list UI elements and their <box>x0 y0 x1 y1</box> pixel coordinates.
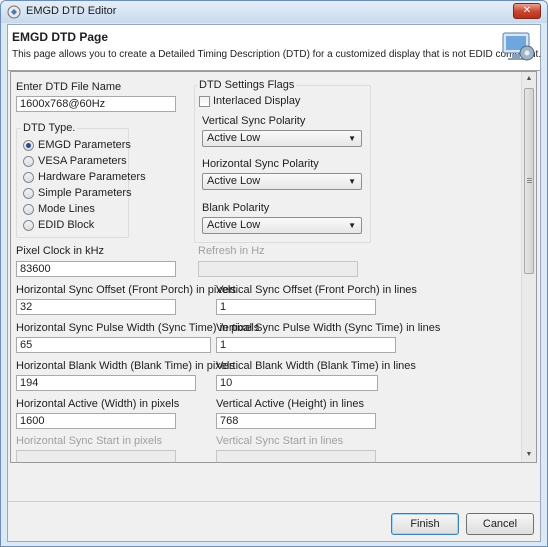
scroll-down-arrow-icon[interactable]: ▼ <box>522 448 536 462</box>
radio-unselected-icon <box>23 220 34 231</box>
h-sync-pulse-input[interactable]: 65 <box>16 337 211 353</box>
app-window-icon <box>7 5 21 19</box>
radio-label: Hardware Parameters <box>38 171 146 183</box>
v-sync-start-label: Vertical Sync Start in lines <box>216 435 344 447</box>
h-sync-offset-label: Horizontal Sync Offset (Front Porch) in … <box>16 284 236 296</box>
chevron-down-icon: ▼ <box>348 221 356 230</box>
button-bar-separator <box>8 501 540 502</box>
chevron-down-icon: ▼ <box>348 177 356 186</box>
hsync-polarity-select[interactable]: Active Low ▼ <box>202 173 362 190</box>
radio-label: Simple Parameters <box>38 187 132 199</box>
interlaced-label: Interlaced Display <box>213 95 301 107</box>
window-title: EMGD DTD Editor <box>26 5 117 17</box>
h-active-input[interactable]: 1600 <box>16 413 176 429</box>
radio-unselected-icon <box>23 172 34 183</box>
v-active-label: Vertical Active (Height) in lines <box>216 398 364 410</box>
pixel-clock-label: Pixel Clock in kHz <box>16 245 105 257</box>
radio-unselected-icon <box>23 188 34 199</box>
interlaced-checkbox[interactable] <box>199 96 210 107</box>
vsync-polarity-select[interactable]: Active Low ▼ <box>202 130 362 147</box>
refresh-input <box>198 261 358 277</box>
file-name-label: Enter DTD File Name <box>16 81 122 93</box>
title-bar[interactable]: EMGD DTD Editor ✕ <box>1 1 547 23</box>
v-blank-input[interactable]: 10 <box>216 375 378 391</box>
v-sync-start-input <box>216 450 376 462</box>
h-sync-offset-input[interactable]: 32 <box>16 299 176 315</box>
page-title: EMGD DTD Page <box>12 30 109 44</box>
refresh-label: Refresh in Hz <box>198 245 265 257</box>
h-sync-start-label: Horizontal Sync Start in pixels <box>16 435 163 447</box>
grip-line <box>527 180 532 181</box>
vertical-scrollbar[interactable]: ▲ ▼ <box>521 72 536 462</box>
h-active-label: Horizontal Active (Width) in pixels <box>16 398 180 410</box>
blank-polarity-value: Active Low <box>207 219 261 231</box>
scroll-up-arrow-icon[interactable]: ▲ <box>522 72 536 86</box>
dtd-settings-flags-label: DTD Settings Flags <box>197 79 297 91</box>
blank-polarity-select[interactable]: Active Low ▼ <box>202 217 362 234</box>
scroll-thumb[interactable] <box>524 88 534 274</box>
wizard-banner-icon <box>500 29 536 65</box>
hsync-polarity-value: Active Low <box>207 175 261 187</box>
dtd-editor-window: EMGD DTD Editor ✕ EMGD DTD Page This pag… <box>0 0 548 547</box>
radio-label: VESA Parameters <box>38 155 127 167</box>
close-window-button[interactable]: ✕ <box>513 3 541 19</box>
grip-line <box>527 182 532 183</box>
wizard-client-area: EMGD DTD Page This page allows you to cr… <box>7 24 541 542</box>
v-sync-offset-input[interactable]: 1 <box>216 299 376 315</box>
chevron-down-icon: ▼ <box>348 134 356 143</box>
close-icon: ✕ <box>522 5 532 16</box>
radio-unselected-icon <box>23 204 34 215</box>
hsync-polarity-label: Horizontal Sync Polarity <box>202 158 319 170</box>
radio-label: EMGD Parameters <box>38 139 131 151</box>
h-sync-start-input <box>16 450 176 462</box>
finish-button[interactable]: Finish <box>391 513 459 535</box>
h-blank-label: Horizontal Blank Width (Blank Time) in p… <box>16 360 235 372</box>
radio-label: Mode Lines <box>38 203 95 215</box>
v-sync-pulse-label: Vertical Sync Pulse Width (Sync Time) in… <box>216 322 441 334</box>
dtd-type-label: DTD Type. <box>21 122 78 134</box>
wizard-header: EMGD DTD Page This page allows you to cr… <box>8 25 542 71</box>
radio-label: EDID Block <box>38 219 95 231</box>
v-sync-offset-label: Vertical Sync Offset (Front Porch) in li… <box>216 284 417 296</box>
v-active-input[interactable]: 768 <box>216 413 376 429</box>
grip-line <box>527 178 532 179</box>
radio-unselected-icon <box>23 156 34 167</box>
vsync-polarity-value: Active Low <box>207 132 261 144</box>
blank-polarity-label: Blank Polarity <box>202 202 270 214</box>
file-name-input[interactable]: 1600x768@60Hz <box>16 96 176 112</box>
cancel-button[interactable]: Cancel <box>466 513 534 535</box>
h-blank-input[interactable]: 194 <box>16 375 196 391</box>
vsync-polarity-label: Vertical Sync Polarity <box>202 115 306 127</box>
radio-selected-icon <box>23 140 34 151</box>
form-scroll-pane[interactable]: Enter DTD File Name 1600x768@60Hz DTD Ty… <box>10 71 537 463</box>
page-description: This page allows you to create a Detaile… <box>12 49 542 60</box>
v-sync-pulse-input[interactable]: 1 <box>216 337 396 353</box>
dtd-form: Enter DTD File Name 1600x768@60Hz DTD Ty… <box>11 72 521 462</box>
pixel-clock-input[interactable]: 83600 <box>16 261 176 277</box>
v-blank-label: Vertical Blank Width (Blank Time) in lin… <box>216 360 416 372</box>
